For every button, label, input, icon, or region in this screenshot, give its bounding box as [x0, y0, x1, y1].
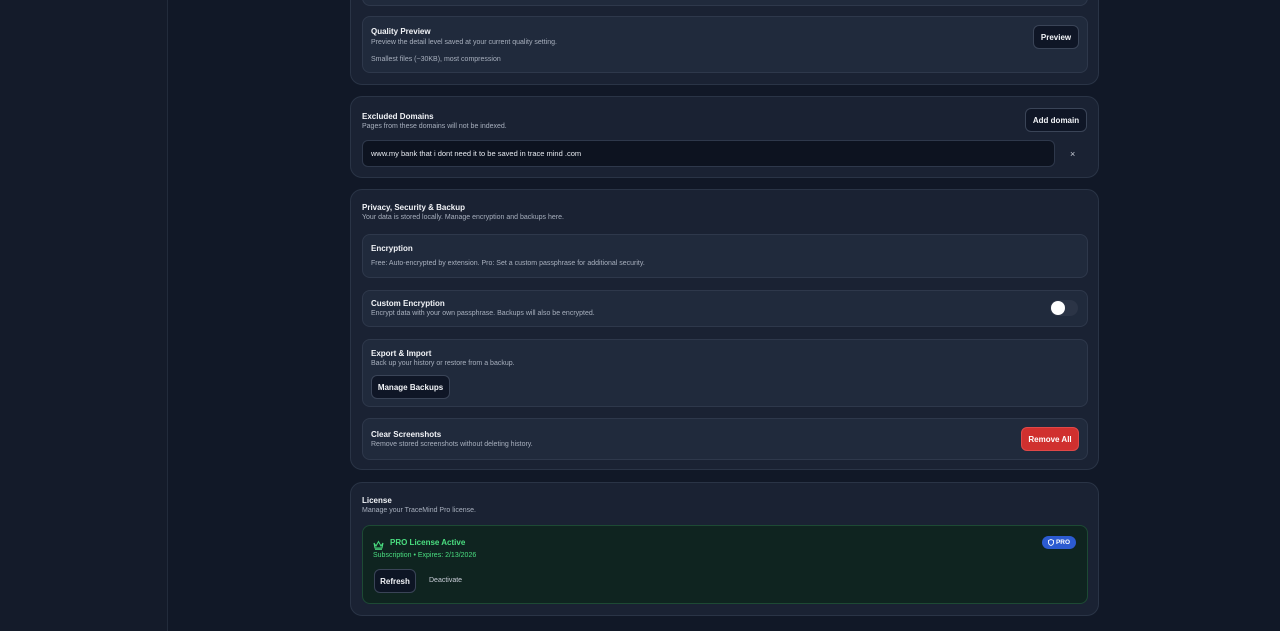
excluded-domains-title: Excluded Domains	[362, 112, 434, 121]
excluded-domains-description: Pages from these domains will not be ind…	[362, 123, 507, 130]
quality-preview-title: Quality Preview	[371, 27, 431, 36]
license-status-title: PRO License Active	[390, 538, 466, 547]
privacy-title: Privacy, Security & Backup	[362, 203, 466, 212]
deactivate-button[interactable]: Deactivate	[429, 577, 462, 584]
shield-icon	[1048, 539, 1054, 546]
custom-encryption-panel	[362, 290, 1088, 327]
excluded-domain-field[interactable]: www.my bank that i dont need it to be sa…	[362, 140, 1055, 167]
crown-icon	[373, 537, 384, 550]
export-import-title: Export & Import	[371, 349, 432, 358]
export-import-panel	[362, 339, 1088, 407]
privacy-description: Your data is stored locally. Manage encr…	[362, 214, 564, 221]
encryption-title: Encryption	[371, 244, 413, 253]
quality-preview-note: Smallest files (~30KB), most compression	[371, 56, 501, 63]
remove-all-button[interactable]: Remove All	[1021, 427, 1079, 451]
clear-screenshots-panel	[362, 418, 1088, 460]
custom-encryption-title: Custom Encryption	[371, 299, 445, 308]
license-status-box	[362, 525, 1088, 604]
pro-badge-label: PRO	[1055, 539, 1071, 546]
pro-badge: PRO	[1042, 536, 1076, 549]
manage-backups-button[interactable]: Manage Backups	[371, 375, 450, 399]
custom-encryption-description: Encrypt data with your own passphrase. B…	[371, 310, 595, 317]
encryption-panel	[362, 234, 1088, 278]
preview-button[interactable]: Preview	[1033, 25, 1079, 49]
quality-preview-description: Preview the detail level saved at your c…	[371, 39, 557, 46]
encryption-description: Free: Auto-encrypted by extension. Pro: …	[371, 260, 645, 267]
clear-screenshots-title: Clear Screenshots	[371, 430, 442, 439]
license-title: License	[362, 496, 392, 505]
refresh-button[interactable]: Refresh	[374, 569, 416, 593]
sidebar	[0, 0, 168, 631]
clear-screenshots-description: Remove stored screenshots without deleti…	[371, 441, 533, 448]
toggle-knob	[1051, 301, 1065, 315]
export-import-description: Back up your history or restore from a b…	[371, 360, 515, 367]
add-domain-button[interactable]: Add domain	[1025, 108, 1087, 132]
previous-setting-item	[362, 0, 1088, 6]
license-description: Manage your TraceMind Pro license.	[362, 507, 476, 514]
custom-encryption-toggle[interactable]	[1050, 300, 1078, 316]
remove-domain-button[interactable]: ×	[1070, 149, 1075, 159]
license-details: Subscription • Expires: 2/13/2026	[373, 552, 477, 559]
